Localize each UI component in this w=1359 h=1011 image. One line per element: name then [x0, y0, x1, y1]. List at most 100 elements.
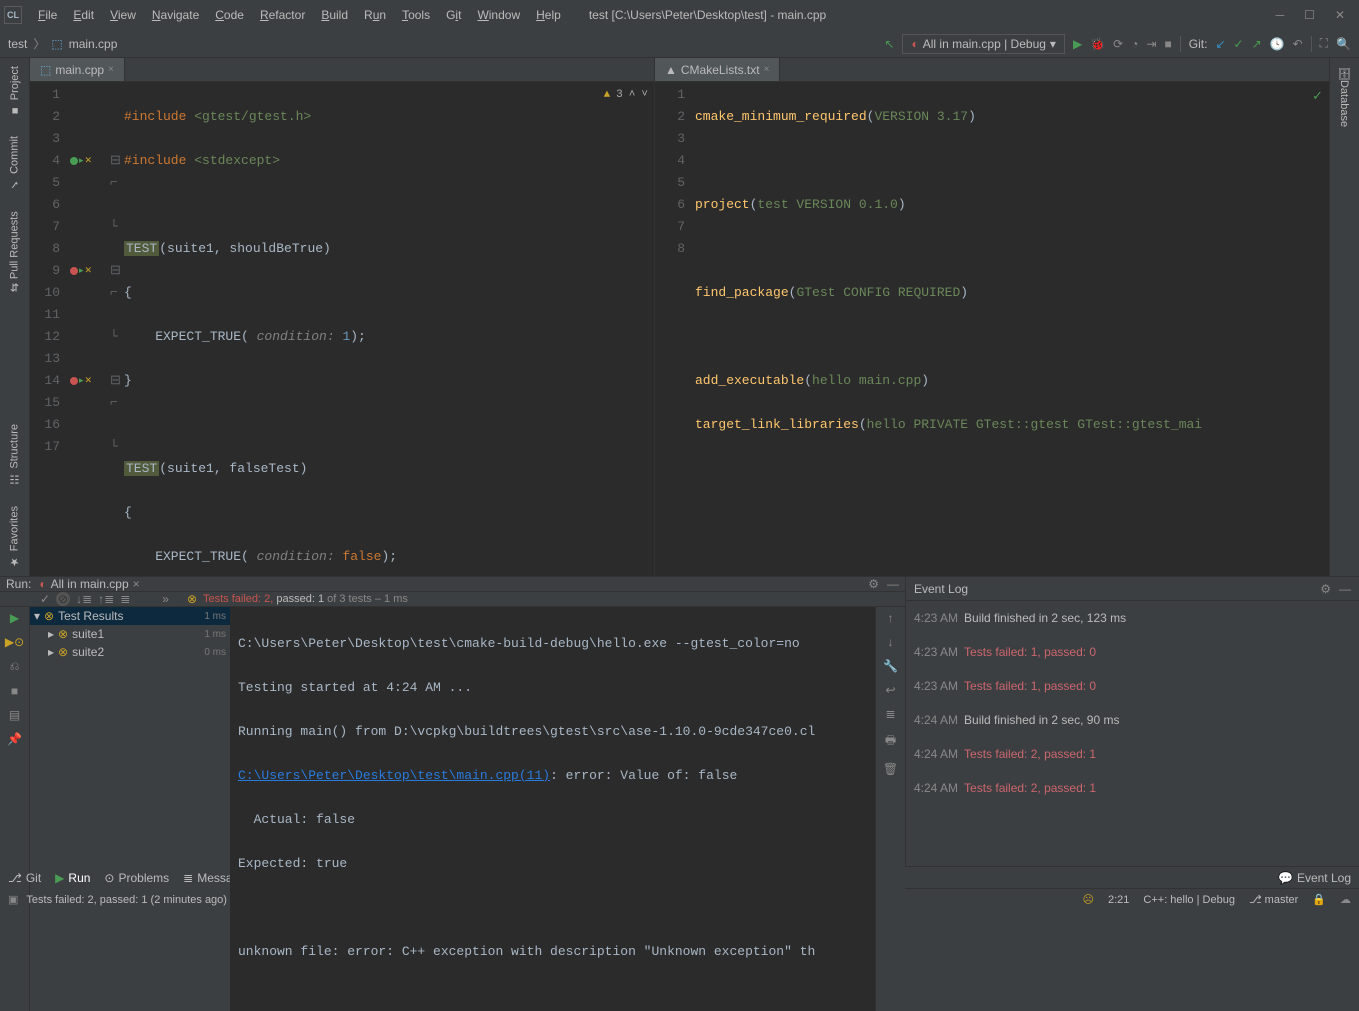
history-icon[interactable]: 🕓 [1270, 37, 1285, 51]
wrench-icon[interactable]: 🔧 [883, 659, 898, 673]
console[interactable]: C:\Users\Peter\Desktop\test\cmake-build-… [230, 607, 875, 1011]
tool-project[interactable]: ■Project [9, 66, 21, 116]
code-text[interactable]: cmake_minimum_required(VERSION 3.17) pro… [695, 82, 1329, 576]
menu-run[interactable]: Run [356, 8, 394, 22]
menu-view[interactable]: View [102, 8, 144, 22]
bottom-tab-eventlog[interactable]: 💬Event Log [1278, 871, 1351, 885]
branch-icon[interactable]: ⎇ master [1249, 893, 1298, 906]
search-icon[interactable]: 🔍 [1336, 37, 1351, 51]
trash-icon[interactable]: 🗑 [883, 762, 898, 776]
breadcrumb-file[interactable]: main.cpp [69, 37, 118, 51]
status-tool-icon[interactable]: ▣ [8, 893, 18, 906]
menu-build[interactable]: Build [313, 8, 356, 22]
profile-icon[interactable]: ◔ [1131, 37, 1138, 51]
ok-checkmark-icon[interactable]: ✓ [1312, 86, 1323, 108]
expand-icon[interactable]: ⛶ [1320, 36, 1328, 51]
hide-icon[interactable]: — [887, 577, 899, 591]
up-icon[interactable]: ↑ [888, 611, 894, 625]
menu-refactor[interactable]: Refactor [252, 8, 313, 22]
check-icon[interactable]: ✓ [40, 592, 50, 606]
close-tab-icon[interactable]: × [764, 64, 770, 75]
menu-tools[interactable]: Tools [394, 8, 438, 22]
push-icon[interactable]: ↗ [1252, 37, 1262, 51]
run-tab[interactable]: All in main.cpp [51, 577, 129, 591]
next-highlight-icon[interactable]: ˅ [641, 84, 648, 106]
debug-icon[interactable]: 🐞 [1090, 37, 1105, 51]
event-entry[interactable]: 4:23 AMTests failed: 1, passed: 0 [906, 669, 1359, 703]
menu-help[interactable]: Help [528, 8, 569, 22]
remote-icon[interactable]: ☁ [1340, 893, 1351, 906]
minimize-icon[interactable]: ─ [1276, 8, 1285, 22]
close-tab-icon[interactable]: × [108, 64, 114, 75]
prev-highlight-icon[interactable]: ˄ [629, 84, 636, 106]
hammer-icon[interactable]: ↖ [884, 37, 894, 51]
tool-favorites[interactable]: ★Favorites [8, 506, 21, 568]
right-tool-gutter: 🗄Database [1329, 58, 1359, 576]
run-gutter-icon[interactable] [70, 267, 78, 275]
menu-edit[interactable]: Edit [65, 8, 102, 22]
editor-tab-main[interactable]: ⬚ main.cpp × [30, 58, 125, 81]
sort2-icon[interactable]: ↑≣ [98, 592, 114, 606]
menu-git[interactable]: Git [438, 8, 469, 22]
menu-window[interactable]: Window [469, 8, 528, 22]
commit-icon[interactable]: ✓ [1234, 37, 1244, 51]
event-entry[interactable]: 4:23 AMBuild finished in 2 sec, 123 ms [906, 601, 1359, 635]
tool-structure[interactable]: ☷Structure [8, 424, 21, 486]
run-icon[interactable]: ▶ [1073, 37, 1082, 51]
gear-icon[interactable]: ⚙ [868, 577, 879, 591]
close-icon[interactable]: ✕ [1335, 8, 1345, 22]
status-config[interactable]: C++: hello | Debug [1143, 894, 1235, 906]
rerun-icon[interactable]: ▶ [10, 611, 19, 625]
tool-pull-requests[interactable]: ⇆Pull Requests [8, 211, 21, 292]
stop-icon[interactable]: ■ [11, 684, 18, 698]
rerun-failed-icon[interactable]: ▶⊙ [5, 635, 24, 649]
editor-tab-cmake[interactable]: ▲ CMakeLists.txt × [655, 58, 780, 81]
hide-icon[interactable]: — [1339, 582, 1351, 596]
wrap-icon[interactable]: ↩ [885, 683, 895, 697]
event-entry[interactable]: 4:24 AMTests failed: 2, passed: 1 [906, 771, 1359, 805]
close-run-tab-icon[interactable]: × [133, 577, 140, 591]
stop-icon[interactable]: ■ [1165, 37, 1172, 51]
bottom-tab-run[interactable]: ▶Run [55, 871, 90, 885]
skip-icon[interactable]: ⊘ [56, 592, 70, 606]
maximize-icon[interactable]: ☐ [1304, 8, 1315, 22]
expand-icon[interactable]: ≣ [120, 592, 130, 606]
down-icon[interactable]: ↓ [888, 635, 894, 649]
menu-navigate[interactable]: Navigate [144, 8, 207, 22]
event-entry[interactable]: 4:24 AMBuild finished in 2 sec, 90 ms [906, 703, 1359, 737]
warning-icon[interactable]: ▲ [604, 84, 611, 106]
menu-code[interactable]: Code [207, 8, 252, 22]
menu-file[interactable]: File [30, 8, 65, 22]
tool-commit[interactable]: ✓Commit [8, 136, 21, 191]
status-position[interactable]: 2:21 [1108, 894, 1129, 906]
test-results-root[interactable]: ▾⊗Test Results1 ms [30, 607, 230, 625]
attach-icon[interactable]: ⇥ [1146, 37, 1156, 51]
scroll-icon[interactable]: ≣ [885, 707, 895, 721]
run-config-dropdown[interactable]: ◐ All in main.cpp | Debug ▾ [902, 34, 1064, 54]
run-gutter-icon[interactable] [70, 377, 78, 385]
test-suite1[interactable]: ▸⊗suite11 ms [30, 625, 230, 643]
toggle-tests-icon[interactable]: ⎌ [10, 659, 20, 674]
lock-icon[interactable]: 🔒 [1312, 893, 1326, 906]
code-text[interactable]: #include <gtest/gtest.h> #include <stdex… [124, 82, 654, 576]
status-warning-icon[interactable]: ☹ [1083, 893, 1094, 906]
update-icon[interactable]: ↙ [1215, 37, 1225, 51]
layout-icon[interactable]: ▤ [9, 708, 20, 722]
test-suite2[interactable]: ▸⊗suite20 ms [30, 643, 230, 661]
pin-icon[interactable]: 📌 [7, 732, 22, 746]
run-gutter-icon[interactable] [70, 157, 78, 165]
sort-icon[interactable]: ↓≣ [76, 592, 92, 606]
print-icon[interactable]: 🖶 [885, 731, 896, 752]
event-entry[interactable]: 4:24 AMTests failed: 2, passed: 1 [906, 737, 1359, 771]
bottom-tab-git[interactable]: ⎇Git [8, 871, 41, 885]
gear-icon[interactable]: ⚙ [1320, 582, 1331, 596]
coverage-icon[interactable]: ⟳ [1113, 37, 1123, 51]
event-entry[interactable]: 4:23 AMTests failed: 1, passed: 0 [906, 635, 1359, 669]
breadcrumb-root[interactable]: test [8, 37, 27, 51]
bottom-tab-problems[interactable]: ⊙Problems [104, 871, 169, 885]
file-link[interactable]: C:\Users\Peter\Desktop\test\main.cpp(11) [238, 768, 550, 783]
code-area-right[interactable]: 12345678 cmake_minimum_required(VERSION … [655, 82, 1329, 576]
rollback-icon[interactable]: ↶ [1293, 37, 1303, 51]
code-area-left[interactable]: 1234567891011121314151617 ▸✕ ▸✕ ▸✕ ⊟⌐└ ⊟… [30, 82, 654, 576]
tool-database[interactable]: 🗄Database [1338, 66, 1351, 127]
